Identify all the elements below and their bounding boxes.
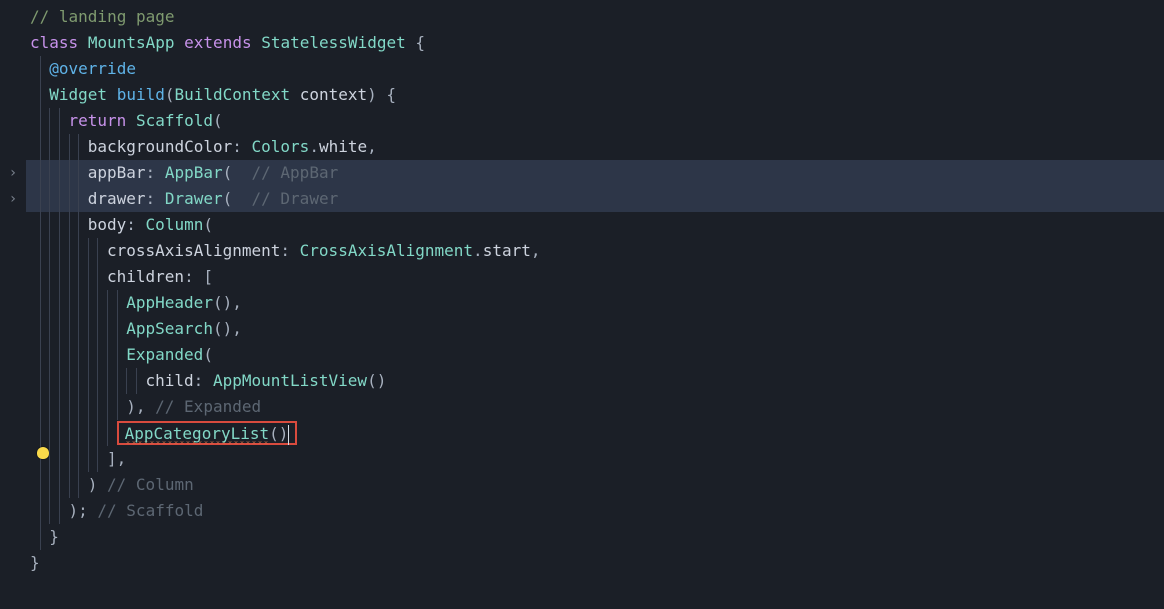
code-line: // landing page: [26, 4, 1164, 30]
code-line: ), // Expanded: [26, 394, 1164, 420]
code-line: class MountsApp extends StatelessWidget …: [26, 30, 1164, 56]
code-line: ); // Scaffold: [26, 498, 1164, 524]
lightbulb-icon[interactable]: [30, 440, 56, 466]
code-area[interactable]: // landing page class MountsApp extends …: [26, 4, 1164, 576]
code-line: ) // Column: [26, 472, 1164, 498]
code-editor[interactable]: › › // landing page class MountsApp exte…: [0, 0, 1164, 576]
fold-arrow[interactable]: ›: [0, 160, 26, 186]
code-line: @override: [26, 56, 1164, 82]
code-line: child: AppMountListView(): [26, 368, 1164, 394]
code-line: Widget build(BuildContext context) {: [26, 82, 1164, 108]
fold-gutter: › ›: [0, 4, 26, 212]
code-line: body: Column(: [26, 212, 1164, 238]
code-line: }: [26, 524, 1164, 550]
code-line: AppSearch(),: [26, 316, 1164, 342]
code-line: }: [26, 550, 1164, 576]
code-line: Expanded(: [26, 342, 1164, 368]
code-line: AppHeader(),: [26, 290, 1164, 316]
code-line: appBar: AppBar( // AppBar: [26, 160, 1164, 186]
code-line: AppCategoryList(): [26, 420, 1164, 446]
code-line: return Scaffold(: [26, 108, 1164, 134]
code-line: ],: [26, 446, 1164, 472]
code-line: drawer: Drawer( // Drawer: [26, 186, 1164, 212]
fold-arrow[interactable]: ›: [0, 186, 26, 212]
code-line: backgroundColor: Colors.white,: [26, 134, 1164, 160]
code-line: crossAxisAlignment: CrossAxisAlignment.s…: [26, 238, 1164, 264]
code-line: children: [: [26, 264, 1164, 290]
highlighted-code: AppCategoryList(): [117, 421, 298, 445]
